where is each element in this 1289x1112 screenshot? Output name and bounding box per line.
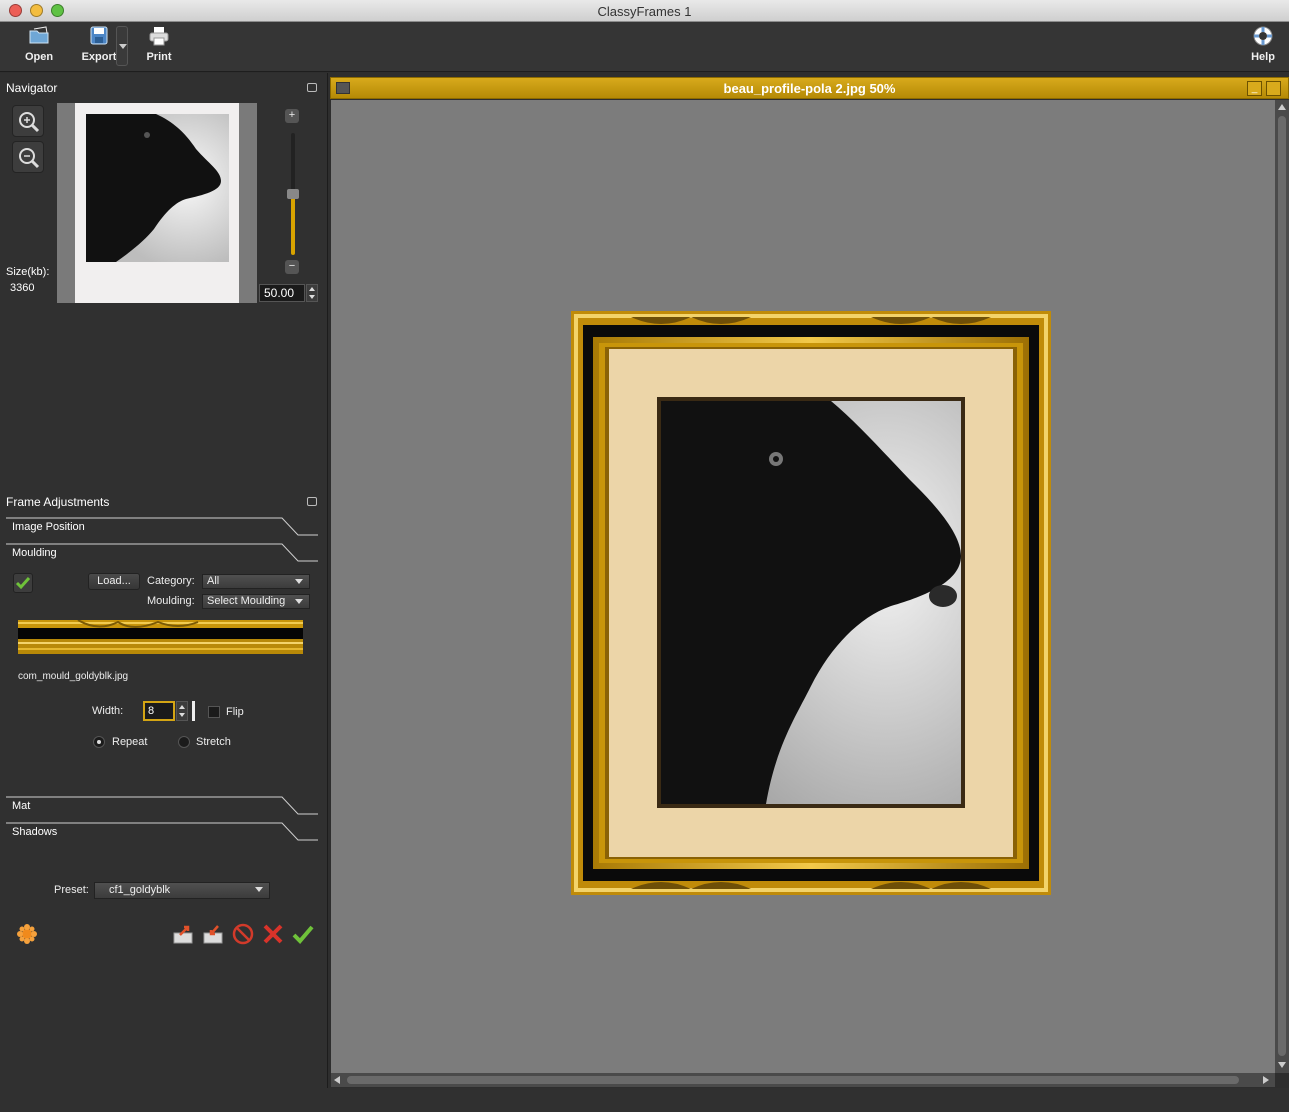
print-label: Print — [146, 51, 172, 63]
zoom-slider-fill — [291, 194, 295, 255]
section-shadows-label: Shadows — [12, 826, 58, 838]
stretch-radio[interactable] — [178, 736, 190, 748]
repeat-radio[interactable] — [93, 736, 105, 748]
document-titlebar: beau_profile-pola 2.jpg 50% _ — [330, 77, 1289, 99]
clear-button[interactable] — [232, 923, 254, 945]
export-dropdown-arrow[interactable] — [116, 26, 128, 66]
moulding-enable-checkbox[interactable] — [13, 573, 33, 593]
gear-flower-button[interactable] — [16, 923, 38, 945]
section-moulding-label: Moulding — [12, 547, 57, 559]
stepper-arrows-icon — [179, 705, 185, 717]
width-indicator — [192, 701, 195, 721]
zoom-out-icon — [19, 148, 40, 169]
scroll-right-arrow[interactable] — [1263, 1076, 1269, 1084]
zoom-slider-minus-button[interactable]: − — [285, 260, 299, 274]
navigator-thumbnail[interactable] — [57, 103, 257, 303]
horizontal-scroll-thumb[interactable] — [347, 1076, 1239, 1084]
document-minimize-button[interactable]: _ — [1247, 81, 1262, 96]
section-shadows[interactable]: Shadows — [0, 822, 320, 844]
preset-select[interactable]: cf1_goldyblk — [94, 882, 270, 899]
document-maximize-button[interactable] — [1266, 81, 1281, 96]
preset-label: Preset: — [54, 884, 89, 896]
horizontal-scrollbar[interactable] — [331, 1073, 1275, 1087]
window-titlebar: ClassyFrames 1 — [0, 0, 1289, 22]
print-button[interactable]: Print — [134, 25, 184, 63]
width-label: Width: — [92, 705, 124, 717]
zoom-value-stepper[interactable] — [306, 284, 318, 302]
stretch-label: Stretch — [196, 736, 231, 748]
cancel-button[interactable] — [262, 923, 284, 945]
vertical-scrollbar[interactable] — [1275, 100, 1289, 1073]
scroll-left-arrow[interactable] — [334, 1076, 340, 1084]
import-preset-button[interactable] — [202, 923, 224, 945]
checkmark-icon — [292, 925, 314, 944]
help-button[interactable]: Help — [1238, 25, 1288, 63]
toolbar: Open Export Print Help — [0, 22, 1289, 72]
scroll-up-arrow[interactable] — [1278, 104, 1286, 110]
help-label: Help — [1251, 51, 1275, 63]
load-moulding-button[interactable]: Load... — [88, 573, 140, 590]
moulding-preview — [18, 619, 303, 654]
flip-label: Flip — [226, 706, 244, 718]
tray-export-icon — [173, 925, 193, 944]
section-image-position[interactable]: Image Position — [0, 517, 320, 539]
frame-adjustments-detach-icon[interactable] — [307, 497, 317, 506]
frame-adjustments-title: Frame Adjustments — [6, 495, 110, 509]
window-title: ClassyFrames 1 — [597, 4, 692, 19]
zoom-out-button[interactable] — [12, 141, 44, 173]
left-panel: Navigator Size(kb): 3360 + − 50.00 Frame… — [0, 73, 328, 1112]
zoom-in-button[interactable] — [12, 105, 44, 137]
zoom-slider-plus-button[interactable]: + — [285, 109, 299, 123]
flower-settings-icon — [17, 924, 37, 944]
zoom-value-field[interactable]: 50.00 — [259, 284, 305, 302]
navigator-detach-icon[interactable] — [307, 83, 317, 92]
section-mat-label: Mat — [12, 800, 31, 812]
close-x-icon — [263, 924, 283, 944]
printer-icon — [149, 27, 169, 46]
category-select[interactable]: All — [202, 574, 310, 589]
section-moulding[interactable]: Moulding — [0, 543, 320, 565]
moulding-select[interactable]: Select Moulding — [202, 594, 310, 609]
checkmark-icon — [15, 577, 31, 590]
navigator-title: Navigator — [6, 81, 58, 95]
stepper-arrows-icon — [309, 287, 315, 299]
vertical-scroll-thumb[interactable] — [1278, 116, 1286, 1056]
moulding-filename: com_mould_goldyblk.jpg — [18, 671, 129, 682]
zoom-slider-knob[interactable] — [287, 189, 299, 199]
open-label: Open — [24, 51, 54, 63]
tray-import-icon — [203, 925, 223, 944]
export-label: Export — [81, 51, 117, 63]
no-entry-icon — [232, 923, 254, 945]
moulding-label: Moulding: — [147, 595, 195, 607]
apply-button[interactable] — [292, 923, 314, 945]
section-tab-outline — [6, 796, 318, 815]
document-title: beau_profile-pola 2.jpg 50% — [723, 81, 896, 96]
flip-checkbox[interactable] — [208, 706, 220, 718]
size-label: Size(kb): — [6, 266, 50, 278]
zoom-slider[interactable] — [287, 133, 299, 255]
width-field[interactable]: 8 — [143, 701, 175, 721]
thumbnail-image — [75, 103, 239, 303]
open-button[interactable]: Open — [14, 25, 64, 63]
zoom-in-icon — [19, 112, 40, 133]
moulding-strip-image — [18, 619, 303, 654]
open-folder-icon — [29, 26, 49, 44]
scroll-down-arrow[interactable] — [1278, 1062, 1286, 1068]
section-mat[interactable]: Mat — [0, 796, 320, 818]
lifebuoy-help-icon — [1253, 26, 1273, 46]
bottom-bar — [0, 1088, 1289, 1112]
framed-photo — [571, 311, 1051, 895]
export-preset-button[interactable] — [172, 923, 194, 945]
category-label: Category: — [147, 575, 195, 587]
size-value: 3360 — [10, 282, 35, 294]
image-canvas[interactable] — [331, 100, 1275, 1073]
save-disk-icon — [90, 26, 108, 45]
section-image-position-label: Image Position — [12, 521, 85, 533]
repeat-label: Repeat — [112, 736, 148, 748]
width-stepper[interactable] — [176, 701, 188, 721]
